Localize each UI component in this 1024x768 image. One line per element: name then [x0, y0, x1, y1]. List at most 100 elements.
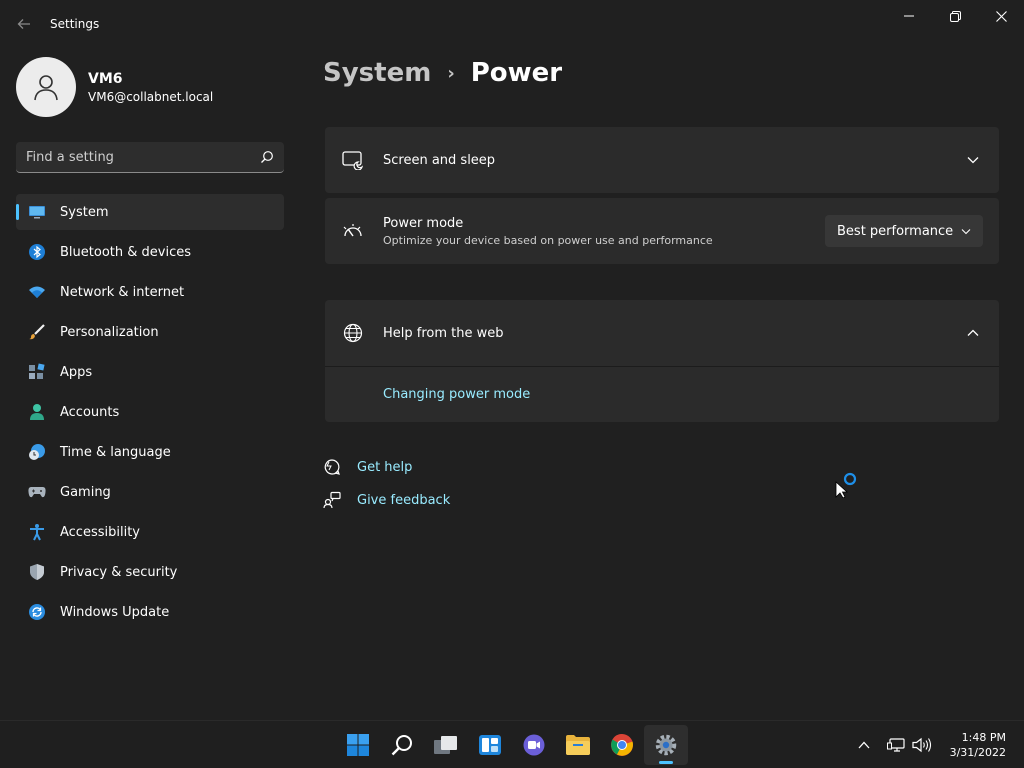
sidebar-item-accounts[interactable]: Accounts — [16, 394, 284, 430]
sidebar-item-label: Accounts — [60, 404, 120, 420]
clock-time: 1:48 PM — [961, 731, 1006, 744]
power-mode-dropdown[interactable]: Best performance — [825, 215, 983, 247]
chevron-up-icon — [858, 741, 870, 749]
sidebar-item-network[interactable]: Network & internet — [16, 274, 284, 310]
close-button[interactable] — [978, 0, 1024, 32]
breadcrumb-parent[interactable]: System — [323, 58, 431, 88]
settings-icon — [655, 734, 677, 756]
busy-cursor-icon — [835, 470, 859, 499]
close-icon — [995, 10, 1007, 22]
taskbar-clock[interactable]: 1:48 PM 3/31/2022 — [950, 730, 1006, 760]
help-web-body: Changing power mode — [325, 366, 999, 422]
apps-icon — [28, 363, 46, 381]
minimize-icon — [904, 15, 914, 17]
speedometer-icon — [341, 219, 365, 243]
footer-links: Get help Give feedback — [323, 456, 450, 522]
sidebar-item-label: System — [60, 204, 109, 220]
chrome-icon — [611, 734, 633, 756]
power-mode-card: Power mode Optimize your device based on… — [325, 198, 999, 264]
sidebar-item-bluetooth[interactable]: Bluetooth & devices — [16, 234, 284, 270]
sidebar-item-privacy-security[interactable]: Privacy & security — [16, 554, 284, 590]
breadcrumb: System › Power — [323, 58, 562, 88]
search-icon — [391, 735, 412, 756]
minimize-button[interactable] — [886, 0, 932, 32]
file-explorer-icon — [566, 735, 590, 755]
search-icon — [261, 151, 273, 163]
start-button[interactable] — [336, 725, 380, 765]
sidebar-item-apps[interactable]: Apps — [16, 354, 284, 390]
help-web-header[interactable]: Help from the web — [325, 300, 999, 366]
file-explorer-button[interactable] — [556, 725, 600, 765]
chrome-button[interactable] — [600, 725, 644, 765]
avatar — [16, 57, 76, 117]
sidebar-item-time-language[interactable]: Time & language — [16, 434, 284, 470]
app-title: Settings — [50, 17, 100, 31]
chevron-down-icon — [961, 224, 971, 239]
sidebar-item-label: Privacy & security — [60, 564, 178, 580]
taskbar-search-button[interactable] — [380, 725, 424, 765]
screen-sleep-icon — [341, 148, 365, 172]
sidebar-item-gaming[interactable]: Gaming — [16, 474, 284, 510]
get-help-row[interactable]: Get help — [323, 456, 450, 478]
screen-sleep-title: Screen and sleep — [383, 152, 496, 168]
restore-icon — [949, 10, 961, 22]
person-icon — [34, 75, 58, 101]
volume-tray-button[interactable] — [910, 733, 934, 757]
network-tray-button[interactable] — [884, 733, 908, 757]
give-feedback-row[interactable]: Give feedback — [323, 489, 450, 511]
help-web-title: Help from the web — [383, 325, 504, 341]
help-web-card: Help from the web Changing power mode — [325, 300, 999, 422]
get-help-link[interactable]: Get help — [357, 460, 412, 475]
teams-chat-icon — [523, 734, 545, 756]
task-view-icon — [434, 736, 457, 754]
sidebar-item-label: Apps — [60, 364, 93, 380]
accounts-icon — [28, 403, 46, 421]
taskbar: 1:48 PM 3/31/2022 — [0, 720, 1024, 768]
sidebar-item-label: Bluetooth & devices — [60, 244, 191, 260]
screen-sleep-card[interactable]: Screen and sleep — [325, 127, 999, 193]
clock-globe-icon — [28, 443, 46, 461]
chevron-down-icon[interactable] — [965, 152, 981, 168]
back-button[interactable] — [12, 12, 36, 36]
sidebar-item-windows-update[interactable]: Windows Update — [16, 594, 284, 630]
taskbar-apps — [336, 725, 688, 765]
wifi-icon — [28, 283, 46, 301]
page-title: Power — [470, 58, 563, 88]
changing-power-mode-link[interactable]: Changing power mode — [383, 387, 530, 402]
sidebar-item-label: Personalization — [60, 324, 159, 340]
sidebar-item-personalization[interactable]: Personalization — [16, 314, 284, 350]
sidebar-item-label: Accessibility — [60, 524, 140, 540]
search-box[interactable] — [16, 142, 284, 173]
power-mode-selected-value: Best performance — [837, 223, 954, 239]
title-bar: Settings — [0, 0, 1024, 48]
globe-icon — [341, 321, 365, 345]
profile-name: VM6 — [88, 70, 123, 87]
start-icon — [347, 734, 369, 756]
breadcrumb-separator: › — [447, 62, 455, 84]
system-tray — [850, 733, 934, 757]
show-hidden-icons-button[interactable] — [852, 733, 876, 757]
chevron-up-icon[interactable] — [965, 325, 981, 341]
teams-chat-button[interactable] — [512, 725, 556, 765]
accessibility-icon — [28, 523, 46, 541]
widgets-icon — [479, 735, 501, 755]
gamepad-icon — [28, 483, 46, 501]
power-mode-title: Power mode — [383, 215, 464, 231]
shield-icon — [28, 563, 46, 581]
sidebar-item-label: Time & language — [60, 444, 171, 460]
sidebar-nav: System Bluetooth & devices Network & int… — [16, 194, 284, 634]
widgets-button[interactable] — [468, 725, 512, 765]
task-view-button[interactable] — [424, 725, 468, 765]
give-feedback-link[interactable]: Give feedback — [357, 493, 450, 508]
sidebar-item-system[interactable]: System — [16, 194, 284, 230]
user-profile[interactable]: VM6 VM6@collabnet.local — [16, 57, 213, 117]
window-controls — [886, 0, 1024, 32]
restore-button[interactable] — [932, 0, 978, 32]
monitor-icon — [28, 203, 46, 221]
search-input[interactable] — [26, 149, 260, 165]
feedback-icon — [323, 491, 341, 509]
sidebar-item-accessibility[interactable]: Accessibility — [16, 514, 284, 550]
network-icon — [887, 738, 905, 752]
brush-icon — [28, 323, 46, 341]
settings-taskbar-button[interactable] — [644, 725, 688, 765]
